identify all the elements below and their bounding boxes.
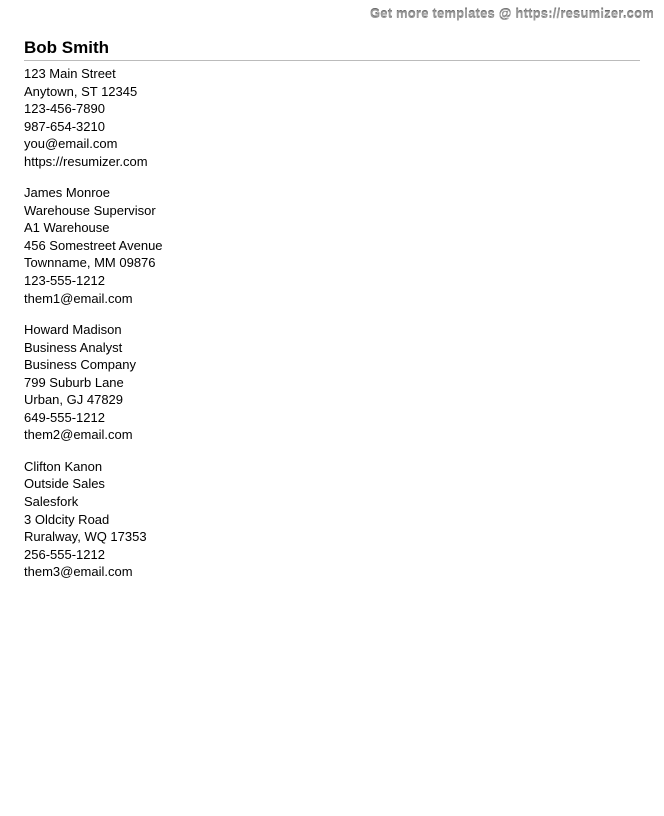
document-page: Bob Smith 123 Main Street Anytown, ST 12… — [0, 0, 664, 619]
reference-block: Clifton Kanon Outside Sales Salesfork 3 … — [24, 458, 640, 581]
promo-banner: Get more templates @ https://resumizer.c… — [370, 6, 654, 21]
reference-company: Business Company — [24, 356, 640, 374]
reference-name: Howard Madison — [24, 321, 640, 339]
applicant-street: 123 Main Street — [24, 65, 640, 83]
reference-city-state-zip: Urban, GJ 47829 — [24, 391, 640, 409]
reference-email: them1@email.com — [24, 290, 640, 308]
reference-company: Salesfork — [24, 493, 640, 511]
reference-street: 456 Somestreet Avenue — [24, 237, 640, 255]
reference-city-state-zip: Ruralway, WQ 17353 — [24, 528, 640, 546]
applicant-contact-block: 123 Main Street Anytown, ST 12345 123-45… — [24, 65, 640, 170]
applicant-email: you@email.com — [24, 135, 640, 153]
reference-title: Outside Sales — [24, 475, 640, 493]
reference-title: Business Analyst — [24, 339, 640, 357]
applicant-url: https://resumizer.com — [24, 153, 640, 171]
reference-phone: 649-555-1212 — [24, 409, 640, 427]
applicant-city-state-zip: Anytown, ST 12345 — [24, 83, 640, 101]
reference-company: A1 Warehouse — [24, 219, 640, 237]
reference-block: James Monroe Warehouse Supervisor A1 War… — [24, 184, 640, 307]
reference-street: 3 Oldcity Road — [24, 511, 640, 529]
reference-phone: 123-555-1212 — [24, 272, 640, 290]
reference-name: Clifton Kanon — [24, 458, 640, 476]
reference-phone: 256-555-1212 — [24, 546, 640, 564]
reference-street: 799 Suburb Lane — [24, 374, 640, 392]
applicant-name: Bob Smith — [24, 38, 640, 58]
divider — [24, 60, 640, 61]
applicant-phone2: 987-654-3210 — [24, 118, 640, 136]
reference-city-state-zip: Townname, MM 09876 — [24, 254, 640, 272]
reference-title: Warehouse Supervisor — [24, 202, 640, 220]
reference-email: them2@email.com — [24, 426, 640, 444]
reference-email: them3@email.com — [24, 563, 640, 581]
applicant-phone1: 123-456-7890 — [24, 100, 640, 118]
reference-name: James Monroe — [24, 184, 640, 202]
reference-block: Howard Madison Business Analyst Business… — [24, 321, 640, 444]
